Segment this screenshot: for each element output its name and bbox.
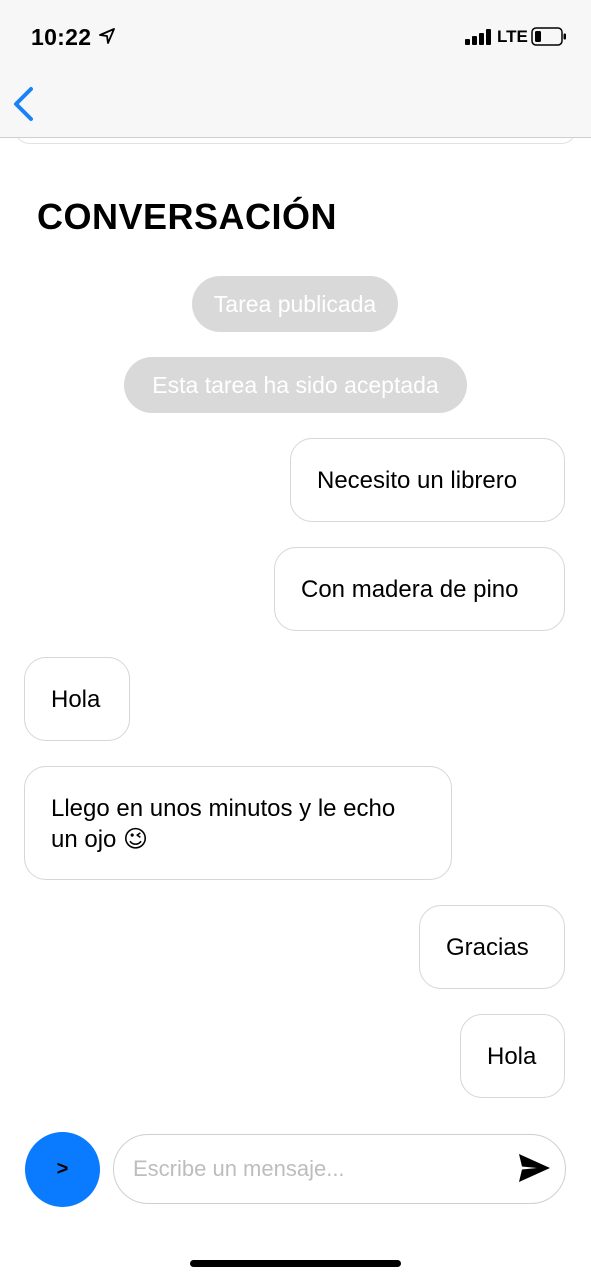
- message-text: Gracias: [446, 933, 529, 961]
- attach-button-label: >: [56, 1158, 69, 1180]
- system-message-pill: Tarea publicada: [192, 276, 398, 332]
- location-arrow-icon: [99, 28, 115, 44]
- attach-button[interactable]: >: [25, 1132, 100, 1207]
- message-text: Hola: [51, 685, 101, 713]
- status-bar: 10:22 LTE: [0, 0, 591, 72]
- status-time: 10:22: [31, 24, 92, 50]
- message-text: Con madera de pino: [301, 575, 519, 603]
- sent-message-bubble[interactable]: Necesito un librero: [290, 438, 565, 522]
- message-text: Hola: [487, 1042, 537, 1070]
- message-text: Llego en unos minutos y le echo un ojo 😉: [51, 795, 396, 853]
- message-input-container: [113, 1134, 566, 1204]
- navigation-bar: [0, 72, 591, 138]
- chevron-left-icon[interactable]: [10, 86, 38, 122]
- received-message-bubble[interactable]: Hola: [24, 657, 130, 741]
- network-type: LTE: [497, 27, 528, 46]
- battery-icon: [531, 27, 566, 46]
- page-title: CONVERSACIÓN: [37, 196, 338, 237]
- system-message-text: Tarea publicada: [213, 290, 377, 317]
- system-message-pill: Esta tarea ha sido aceptada: [124, 357, 467, 413]
- cellular-signal-icon: [465, 29, 493, 45]
- message-text: Necesito un librero: [317, 466, 518, 494]
- system-message-text: Esta tarea ha sido aceptada: [152, 371, 439, 398]
- home-indicator: [190, 1260, 401, 1267]
- message-input[interactable]: [133, 1153, 503, 1185]
- sent-message-bubble[interactable]: Con madera de pino: [274, 547, 565, 631]
- sent-message-bubble[interactable]: Gracias: [419, 905, 565, 989]
- sent-message-bubble[interactable]: Hola: [460, 1014, 565, 1098]
- received-message-bubble[interactable]: Llego en unos minutos y le echo un ojo 😉: [24, 766, 452, 880]
- send-icon[interactable]: [517, 1152, 551, 1184]
